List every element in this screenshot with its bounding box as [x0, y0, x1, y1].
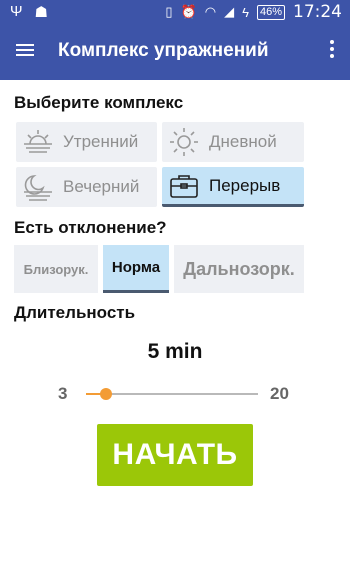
wifi-icon: ◠ [204, 4, 217, 19]
complex-option-day[interactable]: Дневной [162, 122, 304, 162]
vibrate-icon: ▯ [165, 4, 173, 19]
complex-section-title: Выберите комплекс [14, 93, 184, 112]
app-bar: Комплекс упражнений [0, 24, 350, 80]
sun-icon [170, 128, 198, 156]
sunrise-icon [24, 130, 52, 153]
signal-icon: ◢ [224, 4, 235, 19]
notification-icons: Ψ ☗ [10, 3, 48, 21]
app-title: Комплекс упражнений [58, 40, 269, 61]
deviation-option-hyperopia[interactable]: Дальнозорк. [174, 245, 304, 293]
complex-option-evening[interactable]: Вечерний [16, 167, 157, 207]
duration-slider[interactable] [86, 388, 258, 400]
charging-icon: ϟ [242, 4, 249, 20]
alarm-icon: ⏰ [180, 4, 197, 19]
complex-option-break[interactable]: Перерыв [162, 167, 304, 207]
duration-value: 5 min [147, 340, 203, 363]
menu-icon[interactable] [16, 41, 38, 63]
start-button[interactable]: НАЧАТЬ [97, 424, 253, 486]
briefcase-icon [170, 174, 198, 198]
complex-option-label: Перерыв [209, 175, 281, 195]
deviation-option-myopia[interactable]: Близорук. [14, 245, 98, 293]
deviation-section-title: Есть отклонение? [14, 218, 167, 237]
usb-icon: Ψ [10, 3, 23, 20]
battery-indicator: 46% [256, 4, 285, 20]
slider-min-label: 3 [58, 384, 68, 403]
slider-max-label: 20 [270, 384, 289, 403]
android-icon: ☗ [34, 4, 48, 21]
complex-option-label: Вечерний [63, 177, 140, 196]
complex-option-label: Утренний [63, 132, 139, 151]
sunset-icon [24, 175, 52, 201]
duration-section-title: Длительность [14, 303, 136, 322]
clock: 17:24 [293, 2, 342, 22]
complex-option-label: Дневной [209, 132, 277, 151]
status-bar: Ψ ☗ ▯ ⏰ ◠ ◢ ϟ 46% 17:24 [0, 0, 350, 24]
slider-thumb[interactable] [100, 388, 113, 400]
complex-option-morning[interactable]: Утренний [16, 122, 157, 162]
more-options-icon[interactable] [328, 40, 336, 62]
deviation-option-normal[interactable]: Норма [103, 245, 169, 293]
system-icons: ▯ ⏰ ◠ ◢ ϟ 46% 17:24 [165, 2, 342, 22]
